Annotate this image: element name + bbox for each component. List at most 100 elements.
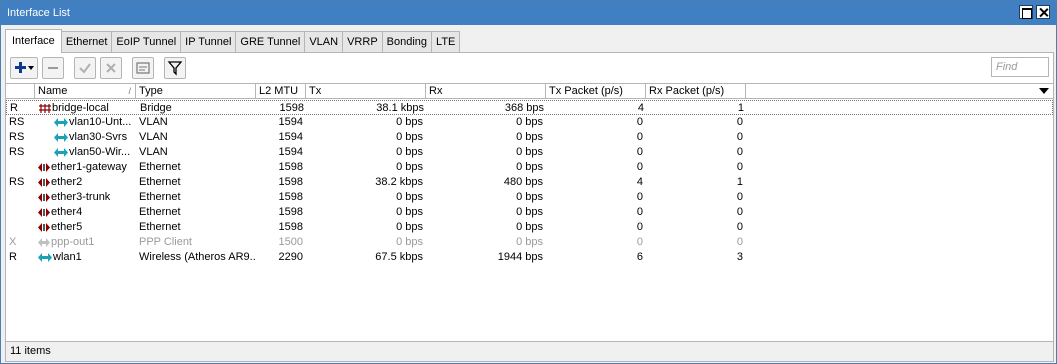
table-row[interactable]: ether5 Ethernet 1598 0 bps 0 bps 0 0 <box>6 220 1053 235</box>
type-cell: Ethernet <box>139 221 181 233</box>
tx-cell: 0 bps <box>396 191 423 203</box>
rx-packet-cell: 3 <box>736 251 743 263</box>
flag-cell <box>9 205 35 220</box>
tx-packet-cell: 0 <box>636 191 643 203</box>
disable-button[interactable] <box>100 57 122 79</box>
tx-packet-cell: 0 <box>636 131 643 143</box>
close-icon[interactable] <box>1036 5 1050 19</box>
window-title: Interface List <box>7 7 70 19</box>
mtu-cell: 1598 <box>278 191 303 203</box>
enable-button[interactable] <box>74 57 96 79</box>
flag-cell: X <box>9 236 17 248</box>
table-row[interactable]: RS vlan30-Svrs VLAN 1594 0 bps 0 bps 0 0 <box>6 130 1053 145</box>
name-cell[interactable]: ether3-trunk <box>37 190 136 205</box>
table-row[interactable]: RS vlan10-Unt... VLAN 1594 0 bps 0 bps 0 0 <box>6 115 1053 130</box>
name-cell[interactable]: vlan50-Wir... <box>53 145 136 160</box>
table-row[interactable]: ether1-gateway Ethernet 1598 0 bps 0 bps 0 0 <box>6 160 1053 175</box>
tab-vlan[interactable]: VLAN <box>304 31 344 53</box>
rx-cell: 0 bps <box>516 221 543 233</box>
col-type[interactable]: Type <box>136 84 256 98</box>
rx-packet-cell: 0 <box>736 191 743 203</box>
mtu-cell: 1598 <box>278 161 303 173</box>
flag-cell: RS <box>9 131 25 143</box>
name-cell[interactable]: wlan1 <box>37 250 136 265</box>
tx-cell: 0 bps <box>396 131 423 143</box>
type-cell: Ethernet <box>139 191 181 203</box>
mtu-cell: 1500 <box>278 236 303 248</box>
tx-cell: 38.1 kbps <box>376 102 424 114</box>
type-cell: VLAN <box>139 116 168 128</box>
table-row[interactable]: ether4 Ethernet 1598 0 bps 0 bps 0 0 <box>6 205 1053 220</box>
name-cell[interactable]: ether1-gateway <box>37 160 136 175</box>
tab-gre-tunnel[interactable]: GRE Tunnel <box>235 31 306 53</box>
rx-cell: 0 bps <box>516 191 543 203</box>
tx-packet-cell: 0 <box>636 221 643 233</box>
name-cell[interactable]: vlan10-Unt... <box>53 115 136 130</box>
mtu-cell: 1598 <box>278 206 303 218</box>
rx-cell: 1944 bps <box>497 251 543 263</box>
tx-cell: 67.5 kbps <box>375 251 423 263</box>
rx-packet-cell: 0 <box>736 236 743 248</box>
table-row[interactable]: Xppp-out1 PPP Client 1500 0 bps 0 bps 0 0 <box>6 235 1053 250</box>
tx-packet-cell: 4 <box>637 102 644 114</box>
col-tx-packet[interactable]: Tx Packet (p/s) <box>546 84 646 98</box>
type-cell: Bridge <box>140 102 172 114</box>
type-cell: VLAN <box>139 146 168 158</box>
rx-packet-cell: 0 <box>736 206 743 218</box>
column-menu-icon[interactable] <box>1039 88 1049 94</box>
table-row[interactable]: Rbridge-local Bridge 1598 38.1 kbps 368 bps 4… <box>6 100 1053 115</box>
name-cell[interactable]: ether2 <box>37 175 136 190</box>
plus-icon <box>15 62 34 73</box>
titlebar[interactable]: Interface List <box>1 1 1056 25</box>
col-l2mtu[interactable]: L2 MTU <box>256 84 306 98</box>
tab-ethernet[interactable]: Ethernet <box>60 31 113 53</box>
add-button[interactable] <box>10 57 38 79</box>
table-row[interactable]: ether3-trunk Ethernet 1598 0 bps 0 bps 0 0 <box>6 190 1053 205</box>
remove-button[interactable] <box>42 57 64 79</box>
rx-cell: 0 bps <box>516 131 543 143</box>
tx-cell: 38.2 kbps <box>375 176 423 188</box>
tab-lte[interactable]: LTE <box>431 31 461 53</box>
tab-eoip-tunnel[interactable]: EoIP Tunnel <box>111 31 182 53</box>
col-flag[interactable] <box>6 84 35 98</box>
minus-icon <box>48 67 58 69</box>
table-row[interactable]: RS ether2 Ethernet 1598 38.2 kbps 480 bps 4 1 <box>6 175 1053 190</box>
col-tx[interactable]: Tx <box>306 84 426 98</box>
tx-packet-cell: 0 <box>636 116 643 128</box>
toolbar: Find <box>6 53 1053 83</box>
name-cell[interactable]: vlan30-Svrs <box>53 130 136 145</box>
tab-interface[interactable]: Interface <box>5 29 62 53</box>
rx-cell: 0 bps <box>516 161 543 173</box>
restore-icon[interactable] <box>1019 5 1033 19</box>
comment-button[interactable] <box>132 57 154 79</box>
type-cell: Wireless (Atheros AR9... <box>139 251 256 263</box>
name-cell[interactable]: ether4 <box>37 205 136 220</box>
name-cell[interactable]: bridge-local <box>38 101 137 116</box>
tab-bonding[interactable]: Bonding <box>381 31 433 53</box>
tx-cell: 0 bps <box>396 146 423 158</box>
table-row[interactable]: Rwlan1 Wireless (Atheros AR9... 2290 67.5 k… <box>6 250 1053 265</box>
tx-packet-cell: 0 <box>636 206 643 218</box>
col-name[interactable]: Name / <box>35 84 136 98</box>
col-rx-packet[interactable]: Rx Packet (p/s) <box>646 84 746 98</box>
rx-cell: 0 bps <box>516 146 543 158</box>
tab-vrrp[interactable]: VRRP <box>342 31 383 53</box>
rx-cell: 0 bps <box>516 116 543 128</box>
flag-cell: R <box>9 251 17 263</box>
wireless-icon <box>37 252 53 265</box>
filter-button[interactable] <box>164 57 186 79</box>
col-rx[interactable]: Rx <box>426 84 546 98</box>
vlan-icon <box>53 147 69 160</box>
name-cell[interactable]: ether5 <box>37 220 136 235</box>
type-cell: Ethernet <box>139 161 181 173</box>
tab-ip-tunnel[interactable]: IP Tunnel <box>180 31 237 53</box>
mtu-cell: 1594 <box>278 116 303 128</box>
mtu-cell: 1594 <box>278 131 303 143</box>
ethernet-icon <box>37 207 51 220</box>
tx-packet-cell: 4 <box>636 176 643 188</box>
mtu-cell: 1598 <box>278 221 303 233</box>
vlan-icon <box>53 117 69 130</box>
name-cell[interactable]: ppp-out1 <box>37 235 136 250</box>
table-row[interactable]: RS vlan50-Wir... VLAN 1594 0 bps 0 bps 0 0 <box>6 145 1053 160</box>
find-input[interactable]: Find <box>991 57 1049 77</box>
